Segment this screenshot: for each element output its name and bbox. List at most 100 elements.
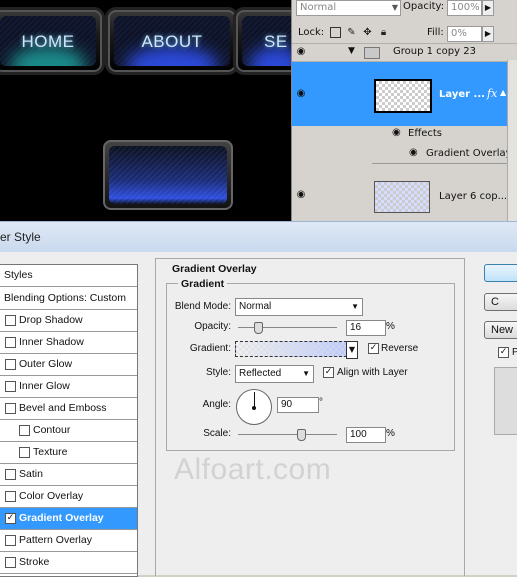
layer-blend-mode-select[interactable]: Normal ▼	[296, 0, 401, 16]
fill-label: Fill:	[427, 27, 444, 38]
effects-label: Effects	[408, 128, 442, 139]
eye-icon[interactable]: ◉	[292, 189, 310, 200]
style-preview-swatch	[494, 367, 517, 435]
fx-icon[interactable]: fx	[487, 87, 497, 100]
style-item-satin[interactable]: Satin	[0, 464, 137, 486]
reverse-label: Reverse	[381, 343, 419, 354]
chevron-down-icon: ▼	[391, 3, 398, 12]
opacity-slider-thumb[interactable]	[254, 322, 263, 334]
chevron-down-icon: ▼	[302, 369, 310, 378]
align-checkbox[interactable]: ✓	[323, 367, 334, 378]
outer-glow-checkbox[interactable]	[5, 359, 16, 370]
gradient-dropdown-arrow-icon[interactable]: ▼	[346, 341, 358, 359]
style-item-bevel-and-emboss[interactable]: Bevel and Emboss	[0, 398, 137, 420]
chevron-down-icon: ▼	[351, 302, 359, 311]
dialog-titlebar[interactable]: yer Style	[0, 221, 517, 252]
opacity-arrow-icon[interactable]: ▶	[482, 0, 494, 16]
blend-mode-select[interactable]: Normal ▼	[235, 298, 363, 316]
style-item-inner-glow[interactable]: Inner Glow	[0, 376, 137, 398]
scale-slider-thumb[interactable]	[297, 429, 306, 441]
angle-dial[interactable]	[236, 389, 272, 425]
expand-triangle-icon[interactable]: ▲	[500, 88, 506, 97]
style-value: Reflected	[239, 368, 282, 379]
style-item-color-overlay[interactable]: Color Overlay	[0, 486, 137, 508]
scale-label: Scale:	[203, 428, 231, 439]
styles-header[interactable]: Styles	[0, 265, 137, 287]
contour-label: Contour	[33, 424, 71, 436]
folder-icon	[364, 47, 380, 59]
scale-slider[interactable]	[238, 434, 337, 435]
nav-button-home-label: HOME	[21, 32, 75, 51]
cancel-button[interactable]: C	[484, 293, 517, 311]
nav-button-services-label: SE	[264, 32, 288, 51]
style-item-inner-shadow[interactable]: Inner Shadow	[0, 332, 137, 354]
preview-checkbox[interactable]: ✓	[498, 347, 509, 358]
watermark: Alfoart.com	[174, 453, 332, 486]
style-item-texture[interactable]: Texture	[0, 442, 137, 464]
layer-row-selected[interactable]: ◉ Layer ... fx ▲	[292, 61, 517, 126]
lock-label: Lock:	[298, 27, 325, 38]
lock-transparent-icon[interactable]	[330, 27, 341, 38]
drop-shadow-checkbox[interactable]	[5, 315, 16, 326]
style-item-drop-shadow[interactable]: Drop Shadow	[0, 310, 137, 332]
blending-options-item[interactable]: Blending Options: Custom	[0, 288, 137, 310]
ok-button[interactable]	[484, 264, 517, 282]
scale-field[interactable]: 100	[346, 427, 386, 443]
blend-mode-value: Normal	[239, 301, 272, 312]
gradient-overlay-label: Gradient Overlay	[19, 512, 104, 524]
color-overlay-checkbox[interactable]	[5, 491, 16, 502]
texture-label: Texture	[33, 446, 68, 458]
layer-opacity-field[interactable]: 100%	[447, 0, 482, 16]
lock-all-icon[interactable]: 🔒︎	[378, 27, 389, 38]
effect-item-row[interactable]: ◉ Gradient Overlay	[292, 145, 517, 163]
layers-scrollbar[interactable]	[507, 60, 517, 221]
angle-label: Angle:	[202, 399, 231, 410]
style-item-contour[interactable]: Contour	[0, 420, 137, 442]
opacity-slider[interactable]	[238, 327, 337, 328]
inner-glow-checkbox[interactable]	[5, 381, 16, 392]
gradient-label: Gradient:	[189, 343, 231, 354]
gradient-overlay-checkbox[interactable]: ✓	[5, 513, 16, 524]
style-item-stroke[interactable]: Stroke	[0, 552, 137, 574]
angle-field[interactable]: 90	[277, 397, 319, 413]
style-item-pattern-overlay[interactable]: Pattern Overlay	[0, 530, 137, 552]
style-label: Style:	[205, 367, 231, 378]
eye-icon[interactable]: ◉	[409, 147, 418, 158]
lock-paint-icon[interactable]: ✎	[346, 27, 357, 38]
layers-panel: Normal ▼ Opacity: 100% ▶ Lock: ✎ ✥ 🔒︎ Fi…	[291, 0, 517, 221]
eye-icon[interactable]: ◉	[292, 88, 310, 99]
canvas: HOME ABOUT SE	[0, 0, 291, 221]
group-title: Gradient	[178, 278, 228, 290]
lock-move-icon[interactable]: ✥	[362, 27, 373, 38]
contour-checkbox[interactable]	[19, 425, 30, 436]
style-select[interactable]: Reflected ▼	[235, 365, 314, 383]
opacity-field[interactable]: 16	[346, 320, 386, 336]
satin-checkbox[interactable]	[5, 469, 16, 480]
style-item-outer-glow[interactable]: Outer Glow	[0, 354, 137, 376]
style-item-gradient-overlay[interactable]: ✓ Gradient Overlay	[0, 508, 137, 530]
preview-label: P	[512, 347, 517, 358]
pattern-overlay-label: Pattern Overlay	[19, 534, 92, 546]
stroke-checkbox[interactable]	[5, 557, 16, 568]
collapse-triangle-icon[interactable]: ▼	[348, 46, 355, 56]
texture-checkbox[interactable]	[19, 447, 30, 458]
fill-field[interactable]: 0%	[447, 26, 482, 42]
inner-shadow-checkbox[interactable]	[5, 337, 16, 348]
blend-mode-label: Blend Mode:	[174, 301, 231, 312]
eye-icon[interactable]: ◉	[292, 46, 310, 57]
layer-row-group[interactable]: ◉ ▼ Group 1 copy 23	[292, 43, 517, 62]
effects-row[interactable]: ◉ Effects	[292, 125, 517, 143]
gradient-swatch[interactable]	[235, 341, 347, 357]
fill-arrow-icon[interactable]: ▶	[482, 26, 494, 42]
layer-blend-mode-value: Normal	[300, 2, 337, 13]
reverse-checkbox[interactable]: ✓	[368, 343, 379, 354]
drop-shadow-label: Drop Shadow	[19, 314, 83, 326]
pattern-overlay-checkbox[interactable]	[5, 535, 16, 546]
bevel-and-emboss-checkbox[interactable]	[5, 403, 16, 414]
layer-row-next[interactable]: ◉ Layer 6 cop...	[292, 175, 517, 221]
group-name: Group 1 copy 23	[393, 46, 476, 57]
new-style-button[interactable]: New	[484, 321, 517, 339]
opacity-unit: %	[386, 321, 395, 332]
eye-icon[interactable]: ◉	[392, 127, 401, 138]
blending-options-label: Blending Options: Custom	[4, 292, 126, 304]
